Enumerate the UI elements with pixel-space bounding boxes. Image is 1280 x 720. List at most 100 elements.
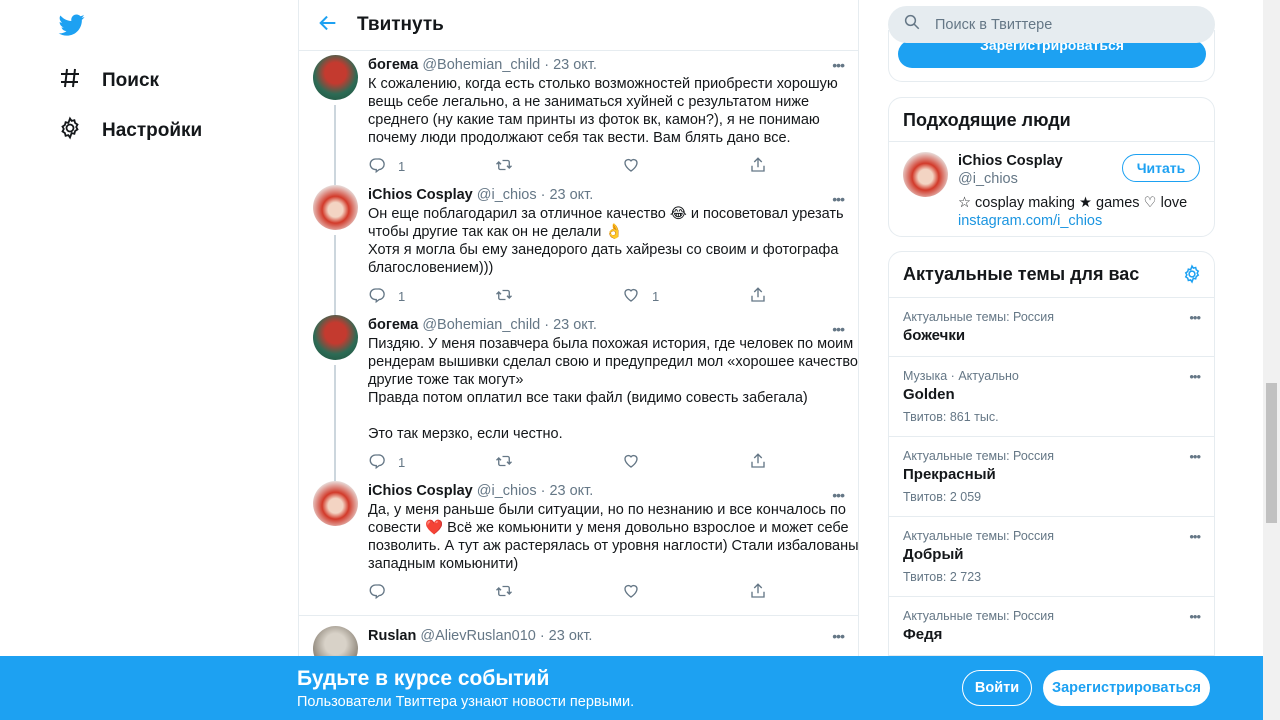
trend-item[interactable]: Актуальные темы: Россия Федя ••• [889, 597, 1214, 656]
tweet[interactable]: iChios Cosplay @i_chios · 23 окт. Да, у … [299, 477, 859, 616]
page-header: Твитнуть [299, 0, 858, 51]
retweet-button[interactable] [495, 452, 622, 473]
more-options-icon[interactable]: ••• [1189, 609, 1201, 624]
more-options-icon[interactable]: ••• [832, 191, 845, 207]
more-options-icon[interactable]: ••• [1189, 310, 1201, 325]
more-options-icon[interactable]: ••• [832, 628, 845, 644]
tweet-text: Да, у меня раньше были ситуации, но по н… [368, 502, 859, 572]
like-button[interactable] [622, 156, 749, 177]
tweet-date[interactable]: 23 окт. [549, 185, 593, 205]
search-input[interactable]: Поиск в Твиттере [935, 17, 1052, 33]
trend-count: Твитов: 2 723 [903, 570, 982, 584]
trend-item[interactable]: Актуальные темы: Россия Добрый Твитов: 2… [889, 517, 1214, 597]
retweet-button[interactable] [495, 286, 622, 307]
tweet-author-handle[interactable]: @i_chios [477, 185, 537, 205]
reply-button[interactable]: 1 [368, 452, 495, 473]
tweet[interactable]: богема @Bohemian_child · 23 окт. Пиздяю.… [299, 311, 858, 487]
share-button[interactable] [749, 582, 858, 603]
share-button[interactable] [749, 156, 858, 177]
nav-item-search[interactable]: Поиск [58, 66, 159, 96]
banner-title: Будьте в курсе событий [297, 667, 550, 690]
arrow-left-icon [317, 12, 339, 39]
app-root: Поиск Настройки Твитнуть богема @Bohemia… [0, 0, 1280, 720]
share-icon [749, 452, 767, 473]
more-options-icon[interactable]: ••• [832, 321, 845, 337]
right-sidebar: Зарегистрироваться Поиск в Твиттере Подх… [888, 0, 1215, 720]
login-button[interactable]: Войти [962, 670, 1032, 706]
search-bar[interactable]: Поиск в Твиттере [888, 6, 1215, 43]
heart-icon [622, 582, 640, 603]
reply-icon [368, 452, 386, 473]
tweet-author-name[interactable]: богема [368, 55, 418, 75]
scrollbar-thumb[interactable] [1266, 383, 1277, 523]
share-button[interactable] [749, 286, 858, 307]
tweet-actions: 1 1 [368, 277, 858, 315]
tweet-author-handle[interactable]: @Bohemian_child [422, 55, 540, 75]
who-to-follow-title: Подходящие люди [889, 98, 1214, 142]
trend-category: Актуальные темы: Россия [903, 310, 1055, 324]
reply-icon [368, 582, 386, 603]
tweet-date[interactable]: 23 окт. [549, 481, 593, 501]
trend-name: божечки [903, 327, 966, 344]
reply-button[interactable]: 1 [368, 156, 495, 177]
suggested-user[interactable]: iChios Cosplay @i_chios ☆ cosplay making… [889, 142, 1214, 236]
tweet-author-handle[interactable]: @Bohemian_child [422, 315, 540, 335]
reply-button[interactable]: 1 [368, 286, 495, 307]
tweet-author-name[interactable]: iChios Cosplay [368, 481, 473, 501]
tweet-author-handle[interactable]: @i_chios [477, 481, 537, 501]
tweet[interactable]: iChios Cosplay @i_chios · 23 окт. Он еще… [299, 181, 858, 321]
signup-button[interactable]: Зарегистрироваться [1043, 670, 1210, 706]
retweet-icon [495, 452, 513, 473]
trend-name: Федя [903, 626, 943, 643]
tweet-author-name[interactable]: богема [368, 315, 418, 335]
more-options-icon[interactable]: ••• [832, 57, 845, 73]
back-button[interactable] [299, 12, 357, 39]
banner-subtitle: Пользователи Твиттера узнают новости пер… [297, 694, 635, 710]
retweet-button[interactable] [495, 156, 622, 177]
like-button[interactable] [622, 452, 749, 473]
reply-button[interactable] [368, 582, 495, 603]
avatar[interactable] [903, 152, 948, 197]
avatar[interactable] [313, 55, 358, 100]
heart-icon [622, 156, 640, 177]
reply-count: 1 [398, 454, 406, 470]
who-to-follow-card: Подходящие люди iChios Cosplay @i_chios … [888, 97, 1215, 237]
avatar[interactable] [313, 185, 358, 230]
trend-item[interactable]: Актуальные темы: Россия Прекрасный Твито… [889, 437, 1214, 517]
tweet-actions: 1 [368, 147, 858, 185]
more-options-icon[interactable]: ••• [1189, 369, 1201, 384]
avatar[interactable] [313, 315, 358, 360]
page-scrollbar[interactable] [1263, 0, 1280, 720]
tweet[interactable]: богема @Bohemian_child · 23 окт. К сожал… [299, 51, 858, 195]
more-options-icon[interactable]: ••• [1189, 529, 1201, 544]
thread-line [334, 181, 336, 185]
more-options-icon[interactable]: ••• [1189, 449, 1201, 464]
tweet-date[interactable]: 23 окт. [553, 315, 597, 335]
tweet-date[interactable]: 23 окт. [553, 55, 597, 75]
tweet-author-name[interactable]: iChios Cosplay [368, 185, 473, 205]
trend-category: Музыка · Актуально [903, 369, 1019, 383]
retweet-button[interactable] [495, 582, 622, 603]
follow-button[interactable]: Читать [1122, 154, 1200, 182]
share-button[interactable] [749, 452, 858, 473]
dot-separator: · [540, 483, 546, 499]
like-button[interactable] [622, 582, 749, 603]
suggested-user-link[interactable]: instagram.com/i_chios [958, 212, 1187, 230]
avatar[interactable] [313, 481, 358, 526]
trend-item[interactable]: Актуальные темы: Россия божечки ••• [889, 298, 1214, 357]
twitter-bird-icon[interactable] [58, 12, 86, 38]
dot-separator: · [540, 187, 546, 203]
tweet-text: Он еще поблагодарил за отличное качество… [368, 206, 844, 276]
share-icon [749, 286, 767, 307]
tweet-author-name[interactable]: Ruslan [368, 626, 416, 646]
gear-icon[interactable] [1182, 264, 1202, 289]
nav-item-settings[interactable]: Настройки [58, 116, 202, 146]
trend-item[interactable]: Музыка · Актуально Golden Твитов: 861 ты… [889, 357, 1214, 437]
like-button[interactable]: 1 [622, 286, 749, 307]
heart-icon [622, 452, 640, 473]
tweet-date[interactable]: 23 окт. [549, 626, 593, 646]
trend-count: Твитов: 2 059 [903, 490, 982, 504]
tweet-author-handle[interactable]: @AlievRuslan010 [420, 626, 535, 646]
more-options-icon[interactable]: ••• [832, 487, 845, 503]
signup-button-small[interactable]: Зарегистрироваться [898, 40, 1206, 68]
